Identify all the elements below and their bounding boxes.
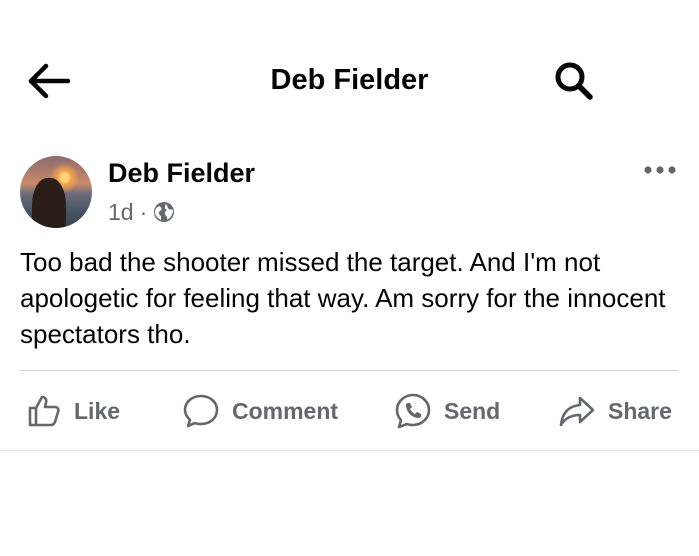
- send-label: Send: [444, 397, 501, 424]
- divider: [0, 450, 699, 451]
- meta-separator: ·: [139, 198, 148, 225]
- like-button[interactable]: Like: [26, 386, 120, 436]
- more-options-button[interactable]: [640, 160, 680, 180]
- like-label: Like: [74, 397, 121, 424]
- share-label: Share: [608, 397, 672, 424]
- send-button[interactable]: Send: [394, 386, 500, 436]
- messenger-icon: [395, 393, 431, 429]
- author-name[interactable]: Deb Fielder: [108, 158, 255, 189]
- post-actions-bar: Like Comment Send Share: [0, 386, 699, 436]
- comment-bubble-icon: [183, 394, 219, 428]
- post-meta: 1d ·: [108, 198, 175, 226]
- divider: [20, 370, 678, 371]
- globe-icon: [154, 202, 175, 222]
- avatar-photo: [32, 178, 66, 228]
- more-horizontal-icon: [644, 166, 676, 174]
- share-button[interactable]: Share: [558, 386, 672, 436]
- post-text: Too bad the shooter missed the target. A…: [20, 247, 666, 349]
- comment-label: Comment: [232, 397, 339, 424]
- search-icon: [555, 62, 593, 100]
- top-bar: Deb Fielder: [0, 0, 699, 150]
- search-button[interactable]: [553, 60, 595, 102]
- post-timestamp[interactable]: 1d: [108, 199, 134, 226]
- avatar[interactable]: [20, 156, 92, 228]
- thumbs-up-icon: [28, 395, 60, 427]
- share-arrow-icon: [559, 396, 595, 427]
- comment-button[interactable]: Comment: [182, 386, 338, 436]
- post-header: Deb Fielder 1d ·: [0, 150, 699, 240]
